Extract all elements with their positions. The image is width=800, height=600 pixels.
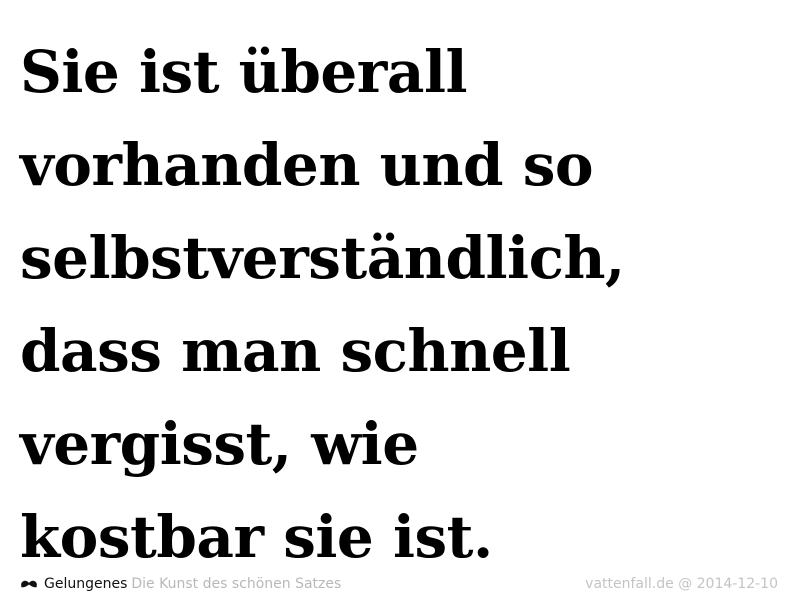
quote-line: kostbar sie ist. — [20, 503, 493, 571]
mustache-icon — [21, 580, 37, 588]
footer: Gelungenes Die Kunst des schönen Satzes … — [20, 573, 778, 595]
tagline: Die Kunst des schönen Satzes — [131, 576, 342, 592]
brand: Gelungenes Die Kunst des schönen Satzes — [20, 576, 341, 592]
quote-line: dass man schnell — [20, 317, 571, 385]
quote-line: selbstverständlich, — [20, 224, 625, 292]
brand-name: Gelungenes — [44, 576, 128, 592]
source-credit: vattenfall.de @ 2014-12-10 — [585, 576, 778, 592]
quote-text: Sie ist überall vorhanden und so selbstv… — [20, 26, 790, 584]
quote-line: vorhanden und so — [20, 131, 594, 199]
quote-line: vergisst, wie — [20, 410, 419, 478]
quote-line: Sie ist überall — [20, 38, 468, 106]
